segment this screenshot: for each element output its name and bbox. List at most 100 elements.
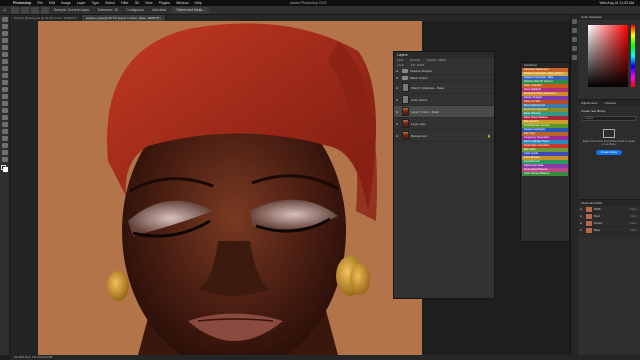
folder-icon bbox=[402, 76, 408, 80]
magic-wand-tool-icon[interactable] bbox=[11, 6, 19, 14]
blend-mode-select[interactable]: Normal bbox=[410, 58, 420, 62]
portrait-photo[interactable] bbox=[38, 21, 422, 355]
channel-row[interactable]: ● RGB Ctrl+2 bbox=[578, 206, 640, 213]
layer-row[interactable]: ● Background 🔒 bbox=[394, 130, 494, 142]
layer-row-selected[interactable]: ● Layer 1 Color - Mask bbox=[394, 106, 494, 118]
canvas-area[interactable] bbox=[10, 21, 422, 355]
color-picker-field[interactable] bbox=[588, 25, 628, 87]
visibility-eye-icon[interactable]: ● bbox=[578, 214, 584, 218]
portrait-image bbox=[38, 21, 422, 355]
blur-tool-icon[interactable] bbox=[1, 108, 8, 113]
frame-tool-icon[interactable] bbox=[1, 52, 8, 57]
tab-adjustments[interactable]: Adjustments bbox=[581, 101, 598, 105]
layer-row[interactable]: ● Shadow Shapes bbox=[394, 68, 494, 75]
tools-panel bbox=[0, 15, 10, 355]
layer-thumbnail bbox=[402, 107, 409, 116]
hue-slider[interactable] bbox=[631, 25, 635, 87]
visibility-eye-icon[interactable]: ● bbox=[578, 221, 584, 225]
opacity-field[interactable]: Opacity: 100% bbox=[426, 58, 446, 62]
menu-item-3d[interactable]: 3D bbox=[132, 1, 142, 5]
visibility-eye-icon[interactable]: ● bbox=[578, 207, 584, 211]
swatch-list: Saturated Adjustment Shadow Correction - … bbox=[521, 68, 569, 176]
channel-row[interactable]: ● Red Ctrl+3 bbox=[578, 213, 640, 220]
menu-item-type[interactable]: Type bbox=[88, 1, 102, 5]
visibility-eye-icon[interactable]: ● bbox=[394, 86, 400, 90]
channel-row[interactable]: ● Green Ctrl+4 bbox=[578, 220, 640, 227]
menu-item-plugins[interactable]: Plugins bbox=[156, 1, 173, 5]
pen-tool-icon[interactable] bbox=[1, 122, 8, 127]
folder-icon bbox=[402, 69, 408, 73]
visibility-eye-icon[interactable]: ● bbox=[394, 122, 400, 126]
library-search-input[interactable]: Search bbox=[582, 116, 636, 121]
menu-item-help[interactable]: Help bbox=[192, 1, 205, 5]
visibility-eye-icon[interactable]: ● bbox=[394, 76, 400, 80]
layer-name: Shadow Shapes bbox=[410, 69, 432, 73]
anti-alias-option[interactable]: Anti-alias bbox=[148, 8, 170, 12]
menu-item-file[interactable]: File bbox=[34, 1, 46, 5]
sample-option[interactable]: Sample: Current Layer bbox=[50, 8, 93, 12]
channel-row[interactable]: ● Blue Ctrl+5 bbox=[578, 227, 640, 234]
contiguous-option[interactable]: Contiguous bbox=[122, 8, 148, 12]
libraries-message: Begin with assets from Adobe Stock to cr… bbox=[582, 140, 636, 146]
menu-item-layer[interactable]: Layer bbox=[74, 1, 89, 5]
history-icon[interactable] bbox=[572, 19, 577, 24]
color-panel-tabs[interactable]: Color Swatches bbox=[578, 15, 640, 20]
tolerance-option[interactable]: Tolerance: 10 bbox=[93, 8, 122, 12]
layer-row[interactable]: ● Layer copy bbox=[394, 118, 494, 130]
menu-item-window[interactable]: Window bbox=[173, 1, 191, 5]
eraser-tool-icon[interactable] bbox=[1, 94, 8, 99]
hand-tool-icon[interactable] bbox=[1, 150, 8, 155]
history-brush-tool-icon[interactable] bbox=[1, 87, 8, 92]
menu-item-edit[interactable]: Edit bbox=[46, 1, 58, 5]
new-selection-icon[interactable] bbox=[21, 6, 29, 14]
layers-kind-filter[interactable]: Kind bbox=[397, 58, 403, 62]
home-icon[interactable]: ⌂ bbox=[0, 6, 10, 14]
healing-brush-tool-icon[interactable] bbox=[1, 66, 8, 71]
tab-libraries[interactable]: Libraries bbox=[604, 101, 616, 105]
layer-row[interactable]: ● Color Select bbox=[394, 94, 494, 106]
fill-field[interactable]: Fill: 100% bbox=[411, 63, 424, 67]
lasso-tool-icon[interactable] bbox=[1, 31, 8, 36]
visibility-eye-icon[interactable]: ● bbox=[394, 98, 400, 102]
create-library-button[interactable]: Create Library bbox=[596, 150, 622, 155]
type-tool-icon[interactable] bbox=[1, 129, 8, 134]
shape-tool-icon[interactable] bbox=[1, 143, 8, 148]
visibility-eye-icon[interactable]: ● bbox=[394, 134, 400, 138]
visibility-eye-icon[interactable]: ● bbox=[578, 228, 584, 232]
select-and-mask-button[interactable]: Select and Mask... bbox=[172, 7, 210, 13]
channel-name: RGB bbox=[594, 207, 601, 211]
brush-settings-icon[interactable] bbox=[572, 37, 577, 42]
menu-item-image[interactable]: Image bbox=[58, 1, 74, 5]
crop-tool-icon[interactable] bbox=[1, 45, 8, 50]
move-tool-icon[interactable] bbox=[1, 17, 8, 22]
layer-name: Background bbox=[411, 133, 428, 138]
path-selection-tool-icon[interactable] bbox=[1, 136, 8, 141]
menu-item-photoshop[interactable]: Photoshop bbox=[10, 1, 34, 5]
subtract-selection-icon[interactable] bbox=[41, 6, 49, 14]
channel-name: Blue bbox=[594, 228, 601, 232]
lock-label: Lock: bbox=[397, 63, 405, 67]
character-icon[interactable] bbox=[572, 46, 577, 51]
lock-icon: 🔒 bbox=[487, 133, 491, 138]
menu-item-select[interactable]: Select bbox=[102, 1, 118, 5]
properties-icon[interactable] bbox=[572, 28, 577, 33]
swatch-item[interactable]: Color Correct Balance bbox=[522, 172, 568, 176]
layer-thumbnail bbox=[402, 119, 409, 128]
brush-tool-icon[interactable] bbox=[1, 73, 8, 78]
dodge-tool-icon[interactable] bbox=[1, 115, 8, 120]
magic-wand-tool-icon[interactable] bbox=[1, 38, 8, 43]
zoom-tool-icon[interactable] bbox=[1, 157, 8, 162]
background-color-swatch[interactable] bbox=[3, 167, 8, 172]
clone-stamp-tool-icon[interactable] bbox=[1, 80, 8, 85]
add-selection-icon[interactable] bbox=[31, 6, 39, 14]
layer-row[interactable]: ● Match Colors bbox=[394, 75, 494, 82]
visibility-eye-icon[interactable]: ● bbox=[394, 69, 400, 73]
gradient-tool-icon[interactable] bbox=[1, 101, 8, 106]
eyedropper-tool-icon[interactable] bbox=[1, 59, 8, 64]
marquee-tool-icon[interactable] bbox=[1, 24, 8, 29]
paragraph-icon[interactable] bbox=[572, 55, 577, 60]
menu-item-view[interactable]: View bbox=[142, 1, 156, 5]
menu-item-filter[interactable]: Filter bbox=[118, 1, 132, 5]
visibility-eye-icon[interactable]: ● bbox=[394, 110, 400, 114]
layer-row[interactable]: ● Watch / Shadows - Mask bbox=[394, 82, 494, 94]
